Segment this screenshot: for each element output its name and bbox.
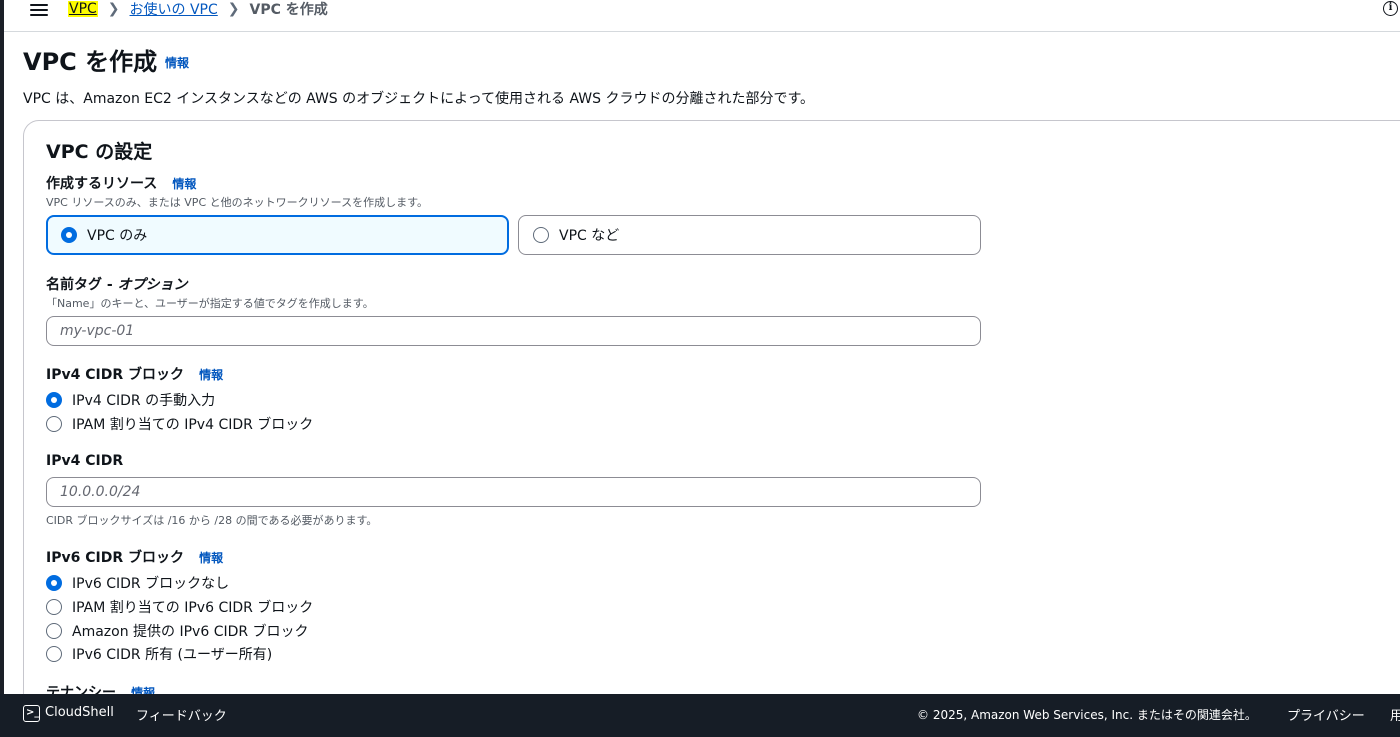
tenancy-label-row: テナンシー 情報	[46, 682, 155, 694]
title-info-link[interactable]: 情報	[165, 54, 189, 71]
privacy-link[interactable]: プライバシー	[1287, 705, 1365, 724]
cloudshell-icon[interactable]: >_	[23, 705, 40, 722]
name-tag-input[interactable]	[46, 316, 981, 346]
radio-unselected-icon	[46, 623, 62, 639]
breadcrumb-your-vpcs[interactable]: お使いの VPC	[130, 0, 218, 19]
radio-selected-icon	[46, 575, 62, 591]
name-tag-label: 名前タグ - オプション	[46, 274, 188, 294]
info-icon[interactable]: i	[1383, 1, 1398, 16]
tenancy-info-link[interactable]: 情報	[131, 686, 155, 694]
radio-unselected-icon	[533, 227, 549, 243]
breadcrumb-vpc[interactable]: VPC	[68, 1, 98, 17]
ipv6-owned-label: IPv6 CIDR 所有 (ユーザー所有)	[72, 647, 273, 663]
ipv4-block-label-row: IPv4 CIDR ブロック 情報	[46, 364, 223, 384]
ipv6-amazon-option[interactable]: Amazon 提供の IPv6 CIDR ブロック	[46, 621, 309, 641]
chevron-right-icon: ❯	[107, 1, 120, 17]
ipv6-none-option[interactable]: IPv6 CIDR ブロックなし	[46, 573, 229, 593]
name-tag-label-main: 名前タグ -	[46, 277, 118, 293]
copyright-text: © 2025, Amazon Web Services, Inc. またはその関…	[917, 708, 1257, 722]
ipv6-ipam-label: IPAM 割り当ての IPv6 CIDR ブロック	[72, 600, 314, 616]
ipv6-block-label-row: IPv6 CIDR ブロック 情報	[46, 547, 223, 567]
breadcrumb: VPC ❯ お使いの VPC ❯ VPC を作成	[68, 0, 328, 18]
ipv4-ipam-label: IPAM 割り当ての IPv4 CIDR ブロック	[72, 417, 314, 433]
ipv4-block-info-link[interactable]: 情報	[199, 368, 223, 382]
ipv6-owned-option[interactable]: IPv6 CIDR 所有 (ユーザー所有)	[46, 644, 272, 664]
main-content: VPC ❯ お使いの VPC ❯ VPC を作成 i VPC を作成 情報 VP…	[4, 0, 1400, 694]
ipv4-cidr-label: IPv4 CIDR	[46, 453, 124, 469]
vpc-settings-panel: VPC の設定 作成するリソース 情報 VPC リソースのみ、または VPC と…	[23, 120, 1400, 694]
vpc-and-more-label: VPC など	[559, 228, 620, 244]
ipv6-block-info-link[interactable]: 情報	[199, 551, 223, 565]
tenancy-label: テナンシー	[46, 685, 116, 694]
ipv6-block-label: IPv6 CIDR ブロック	[46, 550, 184, 566]
page-description: VPC は、Amazon EC2 インスタンスなどの AWS のオブジェクトによ…	[23, 91, 815, 107]
resources-label-row: 作成するリソース 情報	[46, 173, 196, 193]
resources-info-link[interactable]: 情報	[172, 177, 196, 191]
ipv4-manual-option[interactable]: IPv4 CIDR の手動入力	[46, 390, 215, 410]
name-tag-optional: オプション	[117, 277, 188, 293]
footer-bar: >_ CloudShell フィードバック © 2025, Amazon Web…	[0, 694, 1400, 737]
vpc-only-tile[interactable]: VPC のみ	[46, 215, 509, 255]
resources-label: 作成するリソース	[46, 176, 158, 192]
top-navigation: VPC ❯ お使いの VPC ❯ VPC を作成 i	[4, 0, 1400, 32]
page-title: VPC を作成	[23, 48, 158, 76]
ipv4-cidr-hint: CIDR ブロックサイズは /16 から /28 の間である必要があります。	[46, 514, 378, 527]
terms-link[interactable]: 用	[1390, 705, 1400, 724]
ipv4-cidr-input[interactable]	[46, 477, 981, 507]
radio-selected-icon	[46, 392, 62, 408]
resources-description: VPC リソースのみ、または VPC と他のネットワークリソースを作成します。	[46, 196, 428, 209]
vpc-and-more-tile[interactable]: VPC など	[518, 215, 981, 255]
ipv6-amazon-label: Amazon 提供の IPv6 CIDR ブロック	[72, 624, 309, 640]
name-tag-description: 「Name」のキーと、ユーザーが指定する値でタグを作成します。	[46, 297, 374, 310]
ipv4-manual-label: IPv4 CIDR の手動入力	[72, 393, 216, 409]
radio-unselected-icon	[46, 646, 62, 662]
feedback-button[interactable]: フィードバック	[136, 705, 227, 724]
ipv4-ipam-option[interactable]: IPAM 割り当ての IPv4 CIDR ブロック	[46, 414, 313, 434]
radio-unselected-icon	[46, 599, 62, 615]
menu-icon[interactable]	[30, 1, 48, 17]
ipv6-ipam-option[interactable]: IPAM 割り当ての IPv6 CIDR ブロック	[46, 597, 313, 617]
chevron-right-icon: ❯	[227, 1, 240, 17]
ipv6-none-label: IPv6 CIDR ブロックなし	[72, 576, 230, 592]
vpc-only-label: VPC のみ	[87, 228, 148, 244]
section-title: VPC の設定	[46, 141, 153, 163]
ipv4-block-label: IPv4 CIDR ブロック	[46, 367, 184, 383]
cloudshell-button[interactable]: CloudShell	[45, 705, 114, 720]
radio-unselected-icon	[46, 416, 62, 432]
radio-selected-icon	[61, 227, 77, 243]
breadcrumb-current: VPC を作成	[249, 2, 328, 18]
